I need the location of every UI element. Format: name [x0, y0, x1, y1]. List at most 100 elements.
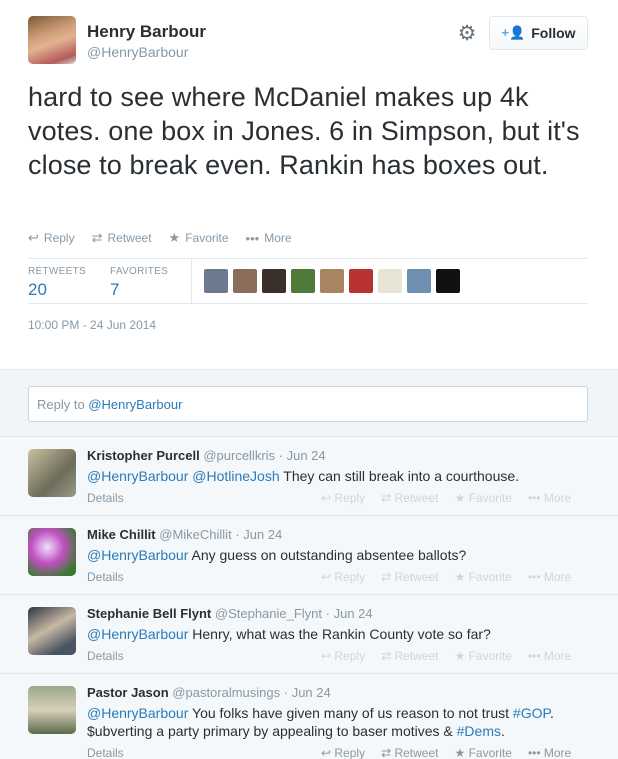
reply-mentions[interactable]: @HenryBarbour [87, 547, 188, 563]
reply-body: Henry, what was the Rankin County vote s… [188, 626, 491, 642]
reply-action-more[interactable]: ••• More [528, 491, 571, 505]
reply-action-retweet[interactable]: ⇄ Retweet [381, 491, 438, 505]
author-name[interactable]: Henry Barbour [87, 22, 206, 42]
reply-body: They can still break into a courthouse. [279, 468, 520, 484]
reply-action-favorite[interactable]: ★ Favorite [455, 746, 512, 759]
star-icon: ★ [168, 230, 181, 245]
reply-details-link[interactable]: Details [87, 570, 124, 584]
reply-author-name[interactable]: Stephanie Bell Flynt [87, 606, 211, 621]
reply-author-handle[interactable]: @pastoralmusings [172, 685, 280, 700]
reply-time[interactable]: · Jun 24 [284, 685, 331, 700]
reply-mentions[interactable]: @HenryBarbour [87, 705, 188, 721]
reply-item[interactable]: Mike Chillit @MikeChillit · Jun 24 @Henr… [0, 516, 618, 595]
favoriter-avatar[interactable] [320, 269, 344, 293]
reply-item[interactable]: Kristopher Purcell @purcellkris · Jun 24… [0, 437, 618, 516]
reply-text: @HenryBarbour @HotlineJosh They can stil… [87, 467, 587, 485]
reply-action-retweet[interactable]: ⇄ Retweet [381, 746, 438, 759]
reply-mentions[interactable]: @HenryBarbour [87, 626, 188, 642]
reply-action-retweet-label: Retweet [394, 570, 439, 584]
favoriter-avatar[interactable] [436, 269, 460, 293]
reply-author-name[interactable]: Pastor Jason [87, 685, 169, 700]
reply-author-name[interactable]: Mike Chillit [87, 527, 156, 542]
favoriter-avatar[interactable] [204, 269, 228, 293]
reply-action-reply[interactable]: ↩ Reply [321, 570, 365, 584]
reply-action-retweet[interactable]: ⇄ Retweet [381, 649, 438, 663]
reply-action-reply[interactable]: ↩ Reply [321, 746, 365, 759]
reply-actions: ↩ Reply ⇄ Retweet ★ Favorite ••• More [321, 570, 571, 584]
reply-action-reply-label: Reply [334, 570, 366, 584]
reply-action-favorite[interactable]: ★ Favorite [455, 570, 512, 584]
favoriter-avatar[interactable] [262, 269, 286, 293]
retweets-stat[interactable]: RETWEETS 20 [28, 266, 86, 300]
reply-mentions[interactable]: @HenryBarbour @HotlineJosh [87, 468, 280, 484]
reply-action-retweet-label: Retweet [394, 649, 439, 663]
follow-button[interactable]: +👤 Follow [489, 16, 588, 50]
retweets-count: 20 [28, 280, 47, 299]
hashtag-gop[interactable]: #GOP [513, 705, 550, 721]
reply-author-handle[interactable]: @MikeChillit [159, 527, 231, 542]
reply-details-link[interactable]: Details [87, 746, 124, 759]
reply-time[interactable]: · Jun 24 [279, 448, 326, 463]
favoriter-avatar[interactable] [349, 269, 373, 293]
reply-details-link[interactable]: Details [87, 649, 124, 663]
reply-label: Reply [43, 231, 75, 245]
author-avatar[interactable] [28, 16, 76, 64]
more-action[interactable]: ••• More [246, 229, 292, 247]
favoriter-avatar[interactable] [378, 269, 402, 293]
reply-author-handle[interactable]: @Stephanie_Flynt [215, 606, 322, 621]
author-handle[interactable]: @HenryBarbour [87, 44, 188, 60]
favorite-action[interactable]: ★ Favorite [169, 229, 229, 247]
favoriter-avatar[interactable] [407, 269, 431, 293]
reply-action-favorite-label: Favorite [468, 746, 512, 759]
retweet-action[interactable]: ⇄ Retweet [92, 229, 152, 247]
reply-action-favorite-label: Favorite [468, 649, 512, 663]
reply-action[interactable]: ↩ Reply [28, 229, 75, 247]
reply-avatar[interactable] [28, 528, 76, 576]
tweet-header: Henry Barbour @HenryBarbour ⚙ +👤 Follow [28, 16, 588, 66]
reply-action-reply[interactable]: ↩ Reply [321, 649, 365, 663]
reply-action-reply-label: Reply [334, 746, 366, 759]
reply-action-retweet-label: Retweet [394, 491, 439, 505]
reply-time[interactable]: · Jun 24 [326, 606, 373, 621]
hashtag-dems[interactable]: #Dems [457, 723, 501, 739]
reply-author-name[interactable]: Kristopher Purcell [87, 448, 200, 463]
reply-action-more-label: More [543, 491, 572, 505]
reply-action-favorite[interactable]: ★ Favorite [455, 491, 512, 505]
reply-action-more[interactable]: ••• More [528, 649, 571, 663]
reply-text: @HenryBarbour Henry, what was the Rankin… [87, 625, 587, 643]
reply-action-more[interactable]: ••• More [528, 570, 571, 584]
more-label: More [264, 231, 292, 245]
reply-item[interactable]: Pastor Jason @pastoralmusings · Jun 24 @… [0, 674, 618, 759]
reply-action-more[interactable]: ••• More [528, 746, 571, 759]
tweet-actions: ↩ Reply ⇄ Retweet ★ Favorite ••• More [28, 229, 292, 247]
reply-action-favorite[interactable]: ★ Favorite [455, 649, 512, 663]
favorites-stat[interactable]: FAVORITES 7 [110, 266, 168, 300]
reply-details-link[interactable]: Details [87, 491, 124, 505]
tweet-timestamp[interactable]: 10:00 PM - 24 Jun 2014 [28, 318, 156, 332]
more-dots-icon: ••• [245, 230, 260, 246]
reply-prefix: Reply to [37, 397, 89, 412]
reply-avatar[interactable] [28, 607, 76, 655]
favorites-count: 7 [110, 280, 120, 299]
reply-item[interactable]: Stephanie Bell Flynt @Stephanie_Flynt · … [0, 595, 618, 674]
favorites-stat-label: FAVORITES [110, 266, 169, 277]
reply-body-part-3: . [501, 723, 505, 739]
reply-action-reply[interactable]: ↩ Reply [321, 491, 365, 505]
reply-text: @HenryBarbour You folks have given many … [87, 704, 587, 740]
reply-actions: ↩ Reply ⇄ Retweet ★ Favorite ••• More [321, 491, 571, 505]
reply-author-handle[interactable]: @purcellkris [203, 448, 275, 463]
favoriter-avatar[interactable] [291, 269, 315, 293]
reply-action-favorite-label: Favorite [468, 491, 512, 505]
reply-body: Any guess on outstanding absentee ballot… [188, 547, 467, 563]
reply-time[interactable]: · Jun 24 [235, 527, 282, 542]
retweets-stat-label: RETWEETS [28, 266, 86, 277]
reply-action-retweet[interactable]: ⇄ Retweet [381, 570, 438, 584]
follow-label: Follow [531, 25, 576, 41]
reply-body-part-1: You folks have given many of us reason t… [188, 705, 513, 721]
reply-input[interactable]: Reply to @HenryBarbour [28, 386, 588, 422]
settings-gear-icon[interactable]: ⚙ [456, 23, 478, 45]
reply-avatar[interactable] [28, 686, 76, 734]
reply-header: Mike Chillit @MikeChillit · Jun 24 [87, 527, 282, 542]
favoriter-avatar[interactable] [233, 269, 257, 293]
reply-avatar[interactable] [28, 449, 76, 497]
